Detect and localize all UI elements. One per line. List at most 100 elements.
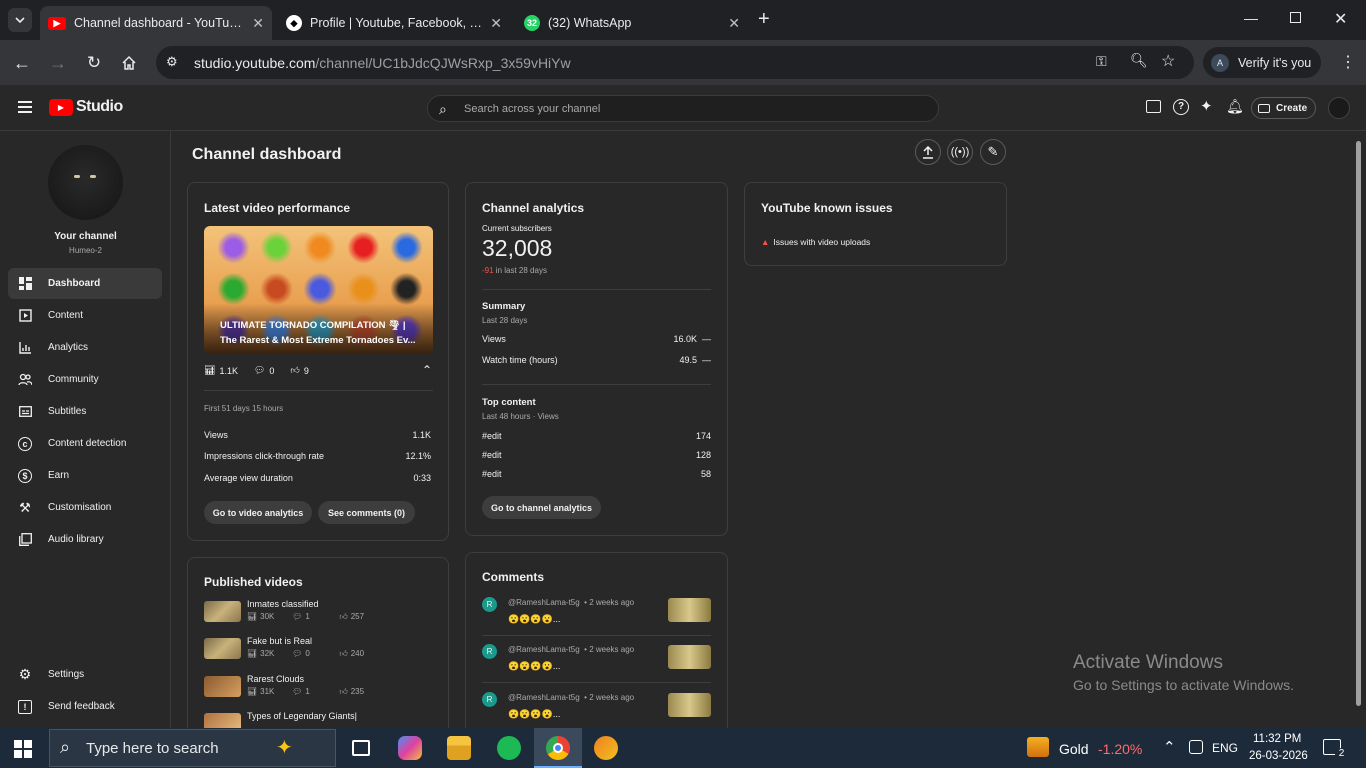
video-thumbnail[interactable]: ULTIMATE TORNADO COMPILATION 🌪 | The Rar… [204, 226, 433, 354]
video-camera-icon [1258, 103, 1270, 113]
go-to-video-analytics-button[interactable]: Go to video analytics [204, 501, 312, 524]
sidebar-item-customisation[interactable]: ⚒ Customisation [8, 492, 162, 523]
home-button[interactable] [116, 50, 142, 76]
address-bar[interactable]: ⚙ studio.youtube.com/channel/UC1bJdcQJWs… [156, 46, 1194, 79]
summary-title: Summary [482, 301, 526, 312]
upload-button[interactable] [915, 139, 941, 165]
forward-button[interactable]: → [45, 50, 71, 76]
subscribers-change: -91 in last 28 days [482, 266, 547, 275]
sidebar-item-analytics[interactable]: Analytics [8, 332, 162, 363]
new-tab-button[interactable]: + [758, 8, 770, 31]
sidebar-item-earn[interactable]: $ Earn [8, 460, 162, 491]
minimize-button[interactable]: — [1244, 10, 1258, 26]
published-video-item[interactable]: Fake but is Real 📊︎ 32K 💬︎ 0 👍︎ 240 [204, 635, 434, 665]
chevron-down-icon [15, 17, 25, 24]
channel-search-input[interactable]: ⌕ Search across your channel [427, 95, 939, 122]
see-comments-button[interactable]: See comments (0) [318, 501, 415, 524]
activate-windows-title: Activate Windows [1073, 652, 1223, 673]
language-indicator[interactable]: ENG [1212, 741, 1238, 755]
comment-item[interactable]: R @RameshLama-t5g • 2 weeks ago 😮😮😮😮... [482, 690, 712, 730]
clock-time[interactable]: 11:32 PM [1253, 733, 1301, 745]
views-bar-icon: 📊︎ [247, 649, 258, 658]
sidebar-item-community[interactable]: Community [8, 364, 162, 395]
sidebar-item-send-feedback[interactable]: ! Send feedback [8, 691, 162, 722]
close-tab-icon[interactable]: ✕ [728, 15, 740, 32]
gold-ticker-icon [1027, 737, 1049, 757]
task-view-icon[interactable] [352, 740, 370, 756]
sidebar-item-content-detection[interactable]: c Content detection [8, 428, 162, 459]
feedback-message-icon[interactable] [1146, 100, 1161, 113]
close-window-button[interactable]: ✕ [1334, 9, 1347, 29]
tab-search-button[interactable] [8, 8, 32, 32]
go-live-button[interactable]: ((•)) [947, 139, 973, 165]
sparkle-icon[interactable]: ✦ [1200, 97, 1213, 115]
comments-card: Comments R @RameshLama-t5g • 2 weeks ago… [465, 552, 728, 747]
account-avatar[interactable] [1328, 97, 1350, 119]
show-hidden-icons-chevron-icon[interactable]: ⌃ [1163, 738, 1176, 756]
close-tab-icon[interactable]: ✕ [252, 15, 264, 32]
browser-menu-icon[interactable]: ⋮ [1340, 52, 1356, 72]
comment-item[interactable]: R @RameshLama-t5g • 2 weeks ago 😮😮😮😮... [482, 642, 712, 682]
spotify-icon[interactable] [497, 736, 521, 760]
latest-row-views: Views 1.1K [204, 430, 431, 440]
commenter-avatar: R [482, 692, 497, 707]
password-key-icon[interactable]: ⚿ [1096, 53, 1107, 70]
analytics-icon [18, 341, 32, 355]
go-to-channel-analytics-button[interactable]: Go to channel analytics [482, 496, 601, 519]
channel-avatar[interactable] [48, 145, 123, 220]
home-icon [122, 55, 136, 70]
known-issue-link[interactable]: ▲ Issues with video uploads [761, 237, 870, 247]
tab-youtube-studio[interactable]: ▶ Channel dashboard - YouTube Studio ✕ [40, 6, 272, 40]
tab-profile[interactable]: ◆ Profile | Youtube, Facebook, Twitter ✕ [278, 6, 510, 40]
top-content-row[interactable]: #edit 174 [482, 431, 711, 441]
published-videos-title: Published videos [204, 575, 303, 589]
like-icon: 👍︎ [339, 612, 348, 621]
feedback-icon: ! [18, 699, 32, 714]
sidebar-item-settings[interactable]: ⚙ Settings [8, 659, 162, 690]
tab-whatsapp[interactable]: 32 (32) WhatsApp ✕ [516, 6, 748, 40]
back-button[interactable]: ← [9, 50, 35, 76]
sidebar-item-dashboard[interactable]: Dashboard [8, 268, 162, 299]
close-tab-icon[interactable]: ✕ [490, 15, 502, 32]
site-info-icon[interactable]: ⚙ [166, 54, 178, 70]
meet-now-icon[interactable] [1189, 740, 1203, 754]
collapse-chevron-icon[interactable]: ⌃ [422, 363, 432, 377]
comment-icon: 💬︎ [292, 649, 303, 658]
comment-item[interactable]: R @RameshLama-t5g • 2 weeks ago 😮😮😮😮... [482, 595, 712, 635]
gold-ticker-name[interactable]: Gold [1059, 741, 1089, 757]
copilot-icon[interactable] [398, 736, 422, 760]
verify-profile-button[interactable]: A Verify it's you [1203, 47, 1321, 78]
sidebar-item-audio-library[interactable]: Audio library [8, 524, 162, 555]
bookmark-star-icon[interactable]: ☆ [1161, 51, 1175, 71]
restore-button[interactable] [1290, 12, 1301, 23]
known-issues-title: YouTube known issues [761, 201, 893, 215]
hamburger-menu-icon[interactable] [18, 101, 32, 113]
published-video-item[interactable]: Rarest Clouds 📊︎ 31K 💬︎ 1 👍︎ 235 [204, 673, 434, 703]
latest-row-avg-duration: Average view duration 0:33 [204, 473, 431, 483]
summary-period: Last 28 days [482, 316, 528, 325]
create-button[interactable]: Create [1251, 97, 1316, 119]
page-scrollbar[interactable] [1356, 141, 1361, 706]
comment-icon: 💬︎ [253, 365, 266, 375]
profile-favicon-icon: ◆ [286, 15, 302, 31]
top-content-row[interactable]: #edit 128 [482, 450, 711, 460]
file-explorer-icon[interactable] [447, 736, 471, 760]
create-post-button[interactable]: ✎ [980, 139, 1006, 165]
fl-studio-icon[interactable] [594, 736, 618, 760]
sidebar-item-subtitles[interactable]: Subtitles [8, 396, 162, 427]
zoom-icon[interactable]: 🔍︎ [1130, 52, 1148, 69]
studio-logo[interactable]: ▶ Studio [49, 98, 123, 116]
video-stats-row: 📊︎ 1.1K 💬︎ 0 👍︎ 9 [204, 365, 309, 376]
published-video-item[interactable]: Inmates classified 📊︎ 30K 💬︎ 1 👍︎ 257 [204, 598, 434, 628]
clock-date[interactable]: 26-03-2026 [1249, 750, 1308, 762]
help-icon[interactable]: ? [1173, 99, 1189, 115]
commenter-avatar: R [482, 644, 497, 659]
chrome-icon [546, 736, 570, 760]
profile-avatar: A [1211, 53, 1229, 72]
windows-start-button[interactable] [14, 740, 32, 758]
taskbar-search-input[interactable]: ⌕ Type here to search ✦ [49, 729, 336, 767]
reload-button[interactable]: ↻ [81, 50, 107, 76]
notifications-bell-icon[interactable]: 🔔︎ [1226, 98, 1244, 115]
sidebar-item-content[interactable]: Content [8, 300, 162, 331]
top-content-row[interactable]: #edit 58 [482, 469, 711, 479]
